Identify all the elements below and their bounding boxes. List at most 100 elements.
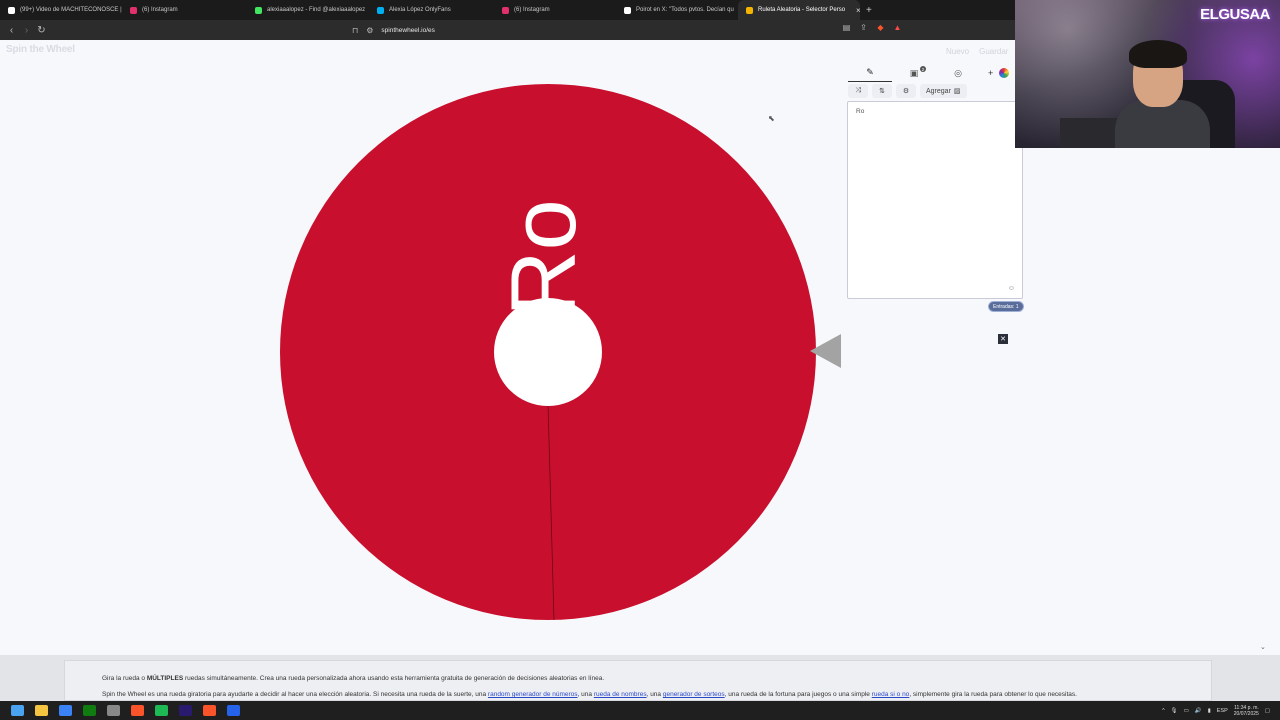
reader-mode-icon[interactable]: ▤ bbox=[842, 23, 851, 32]
battery-icon[interactable]: ▮ bbox=[1208, 708, 1211, 714]
browser-tab[interactable]: alexiaaalopez - Find @alexiaaalopez bbox=[247, 0, 369, 20]
browser-tab-label: alexiaaalopez - Find @alexiaaalopez bbox=[267, 7, 366, 13]
wheel-svg[interactable]: Ro bbox=[278, 82, 818, 622]
mouse-cursor-icon: ⬉ bbox=[768, 114, 775, 123]
browser-tab-label: (6) Instagram bbox=[142, 7, 178, 13]
url-field[interactable]: ⊓ ⚙ spinthewheel.io/es bbox=[352, 22, 912, 38]
desc-text: , una rueda de la fortuna para juegos o … bbox=[724, 691, 872, 698]
reload-icon[interactable]: ↻ bbox=[34, 25, 49, 36]
windows-start-icon[interactable] bbox=[11, 705, 24, 716]
eye-off-icon: ◎ bbox=[954, 67, 962, 78]
scroll-down-icon[interactable]: ⌄ bbox=[1260, 643, 1266, 651]
xbox-icon[interactable] bbox=[83, 705, 96, 716]
premiere-icon[interactable] bbox=[179, 705, 192, 716]
streamer-brand-logo: ELGUSAA bbox=[1200, 6, 1270, 23]
calendar-icon[interactable] bbox=[59, 705, 72, 716]
webcam-overlay: ELGUSAA bbox=[1015, 0, 1280, 148]
network-icon[interactable]: ▭ bbox=[1184, 708, 1189, 714]
url-text: spinthewheel.io/es bbox=[381, 26, 435, 34]
webcam-person-hair bbox=[1129, 40, 1187, 68]
add-wheel-icon[interactable]: + bbox=[988, 68, 993, 78]
site-logo[interactable]: Spin the Wheel bbox=[6, 44, 75, 55]
save-wheel-link[interactable]: Guardar bbox=[979, 47, 1008, 56]
pencil-icon: ✎ bbox=[866, 67, 874, 77]
close-icon[interactable]: ✕ bbox=[998, 334, 1008, 344]
desc-text: Gira la rueda o bbox=[102, 675, 147, 682]
browser-tab[interactable]: (6) Instagram bbox=[494, 0, 616, 20]
entries-count-badge: Entradas: 1 bbox=[988, 301, 1024, 312]
browser-tab[interactable]: Alexia López OnlyFans bbox=[369, 0, 494, 20]
wheel-pointer-icon bbox=[810, 334, 841, 368]
file-explorer-icon[interactable] bbox=[35, 705, 48, 716]
yes-no-wheel-link[interactable]: rueda si o no bbox=[872, 691, 910, 698]
wheel-center-hub[interactable] bbox=[494, 298, 602, 406]
tiktok-icon bbox=[8, 6, 15, 14]
bookmark-icon[interactable]: ⊓ bbox=[352, 26, 358, 35]
browser-tab-label: (6) Instagram bbox=[514, 7, 550, 13]
sort-icon: ⇅ bbox=[879, 88, 885, 95]
spin-wheel[interactable]: Ro bbox=[278, 82, 818, 622]
browser-tab[interactable]: Poirot en X: "Todos pvtos. Decían qu bbox=[616, 0, 738, 20]
random-number-link[interactable]: random generador de números bbox=[488, 691, 578, 698]
clock-date: 20/07/2025 bbox=[1233, 710, 1259, 717]
instagram-icon bbox=[130, 6, 137, 14]
top-nav: Nuevo Guardar bbox=[946, 47, 1008, 56]
clock-time: 11:34 p. m. bbox=[1234, 704, 1259, 711]
desc-text: Spin the Wheel es una rueda giratoria pa… bbox=[102, 691, 488, 698]
back-icon[interactable]: ‹ bbox=[4, 25, 19, 36]
entries-text: Ro bbox=[856, 108, 865, 115]
language-indicator[interactable]: ESP bbox=[1217, 708, 1228, 714]
color-palette-icon[interactable] bbox=[999, 68, 1010, 78]
webcam-person-body bbox=[1115, 100, 1210, 148]
editor-toolbar: ⤨ ⇅ ⚙ Agregar ▨ bbox=[848, 84, 967, 98]
clock[interactable]: 11:34 p. m. 20/07/2025 bbox=[1234, 705, 1259, 717]
shuffle-icon: ⤨ bbox=[855, 87, 861, 94]
clipboard-icon: ▣ bbox=[909, 67, 919, 78]
browser-tab[interactable]: Ruleta Aleatoria - Selector Perso × bbox=[738, 0, 860, 20]
windows-taskbar: ^ 🎙 ▭ 🔊 ▮ ESP 11:34 p. m. 20/07/2025 ▢ bbox=[0, 701, 1280, 720]
forward-icon[interactable]: › bbox=[19, 25, 34, 36]
desc-bold: MÚLTIPLES bbox=[146, 675, 184, 682]
linktree-icon bbox=[255, 6, 262, 14]
results-count-badge: 2 bbox=[920, 66, 926, 72]
tab-results[interactable]: ▣ 2 bbox=[892, 64, 936, 82]
tray-chevron-icon[interactable]: ^ bbox=[1162, 708, 1165, 714]
emoji-icon[interactable]: ☺ bbox=[1008, 285, 1015, 292]
browser-tab[interactable]: (99+) Video de MACHITECONOSCE | bbox=[0, 0, 122, 20]
browser-tab-label: Alexia López OnlyFans bbox=[389, 7, 451, 13]
terminal-icon[interactable] bbox=[107, 705, 120, 716]
x-icon bbox=[624, 6, 631, 14]
entries-textarea[interactable]: Ro ☺ bbox=[847, 101, 1023, 299]
microphone-icon[interactable]: 🎙 bbox=[1171, 708, 1178, 714]
new-tab-button[interactable]: + bbox=[860, 5, 878, 16]
system-tray: ^ 🎙 ▭ 🔊 ▮ ESP 11:34 p. m. 20/07/2025 ▢ bbox=[1162, 701, 1270, 720]
desc-text: , simplemente gira la rueda para obtener… bbox=[909, 691, 1077, 698]
shuffle-button[interactable]: ⤨ bbox=[848, 84, 868, 98]
notification-icon[interactable]: ▢ bbox=[1265, 708, 1270, 714]
onlyfans-icon bbox=[377, 6, 384, 14]
browser-tab-label: Ruleta Aleatoria - Selector Perso bbox=[758, 7, 846, 13]
settings-button[interactable]: ⚙ bbox=[896, 84, 916, 98]
tab-edit[interactable]: ✎ bbox=[848, 64, 892, 82]
brave-browser-icon[interactable] bbox=[131, 705, 144, 716]
raffle-generator-link[interactable]: generador de sorteos bbox=[663, 691, 725, 698]
share-icon[interactable]: ⇪ bbox=[859, 23, 868, 32]
add-image-label: Agregar bbox=[926, 87, 951, 95]
tab-hide[interactable]: ◎ bbox=[936, 64, 980, 82]
brave-shield-icon[interactable]: ◆ bbox=[876, 23, 885, 32]
add-image-button[interactable]: Agregar ▨ bbox=[920, 84, 967, 98]
brave-browser-icon[interactable] bbox=[203, 705, 216, 716]
browser-tab[interactable]: (6) Instagram bbox=[122, 0, 247, 20]
editor-tabs: ✎ ▣ 2 ◎ + bbox=[848, 64, 1016, 82]
site-settings-icon[interactable]: ⚙ bbox=[366, 26, 373, 35]
volume-icon[interactable]: 🔊 bbox=[1195, 708, 1202, 714]
new-wheel-link[interactable]: Nuevo bbox=[946, 47, 969, 56]
generic-app-icon[interactable] bbox=[227, 705, 240, 716]
brave-rewards-icon[interactable]: ▲ bbox=[893, 23, 902, 32]
name-wheel-link[interactable]: rueda de nombres bbox=[594, 691, 647, 698]
sort-button[interactable]: ⇅ bbox=[872, 84, 892, 98]
description-line-2: Spin the Wheel es una rueda giratoria pa… bbox=[102, 691, 1077, 698]
spotify-icon[interactable] bbox=[155, 705, 168, 716]
desc-text: ruedas simultáneamente. Crea una rueda p… bbox=[183, 675, 605, 682]
browser-tab-label: Poirot en X: "Todos pvtos. Decían qu bbox=[636, 7, 734, 13]
